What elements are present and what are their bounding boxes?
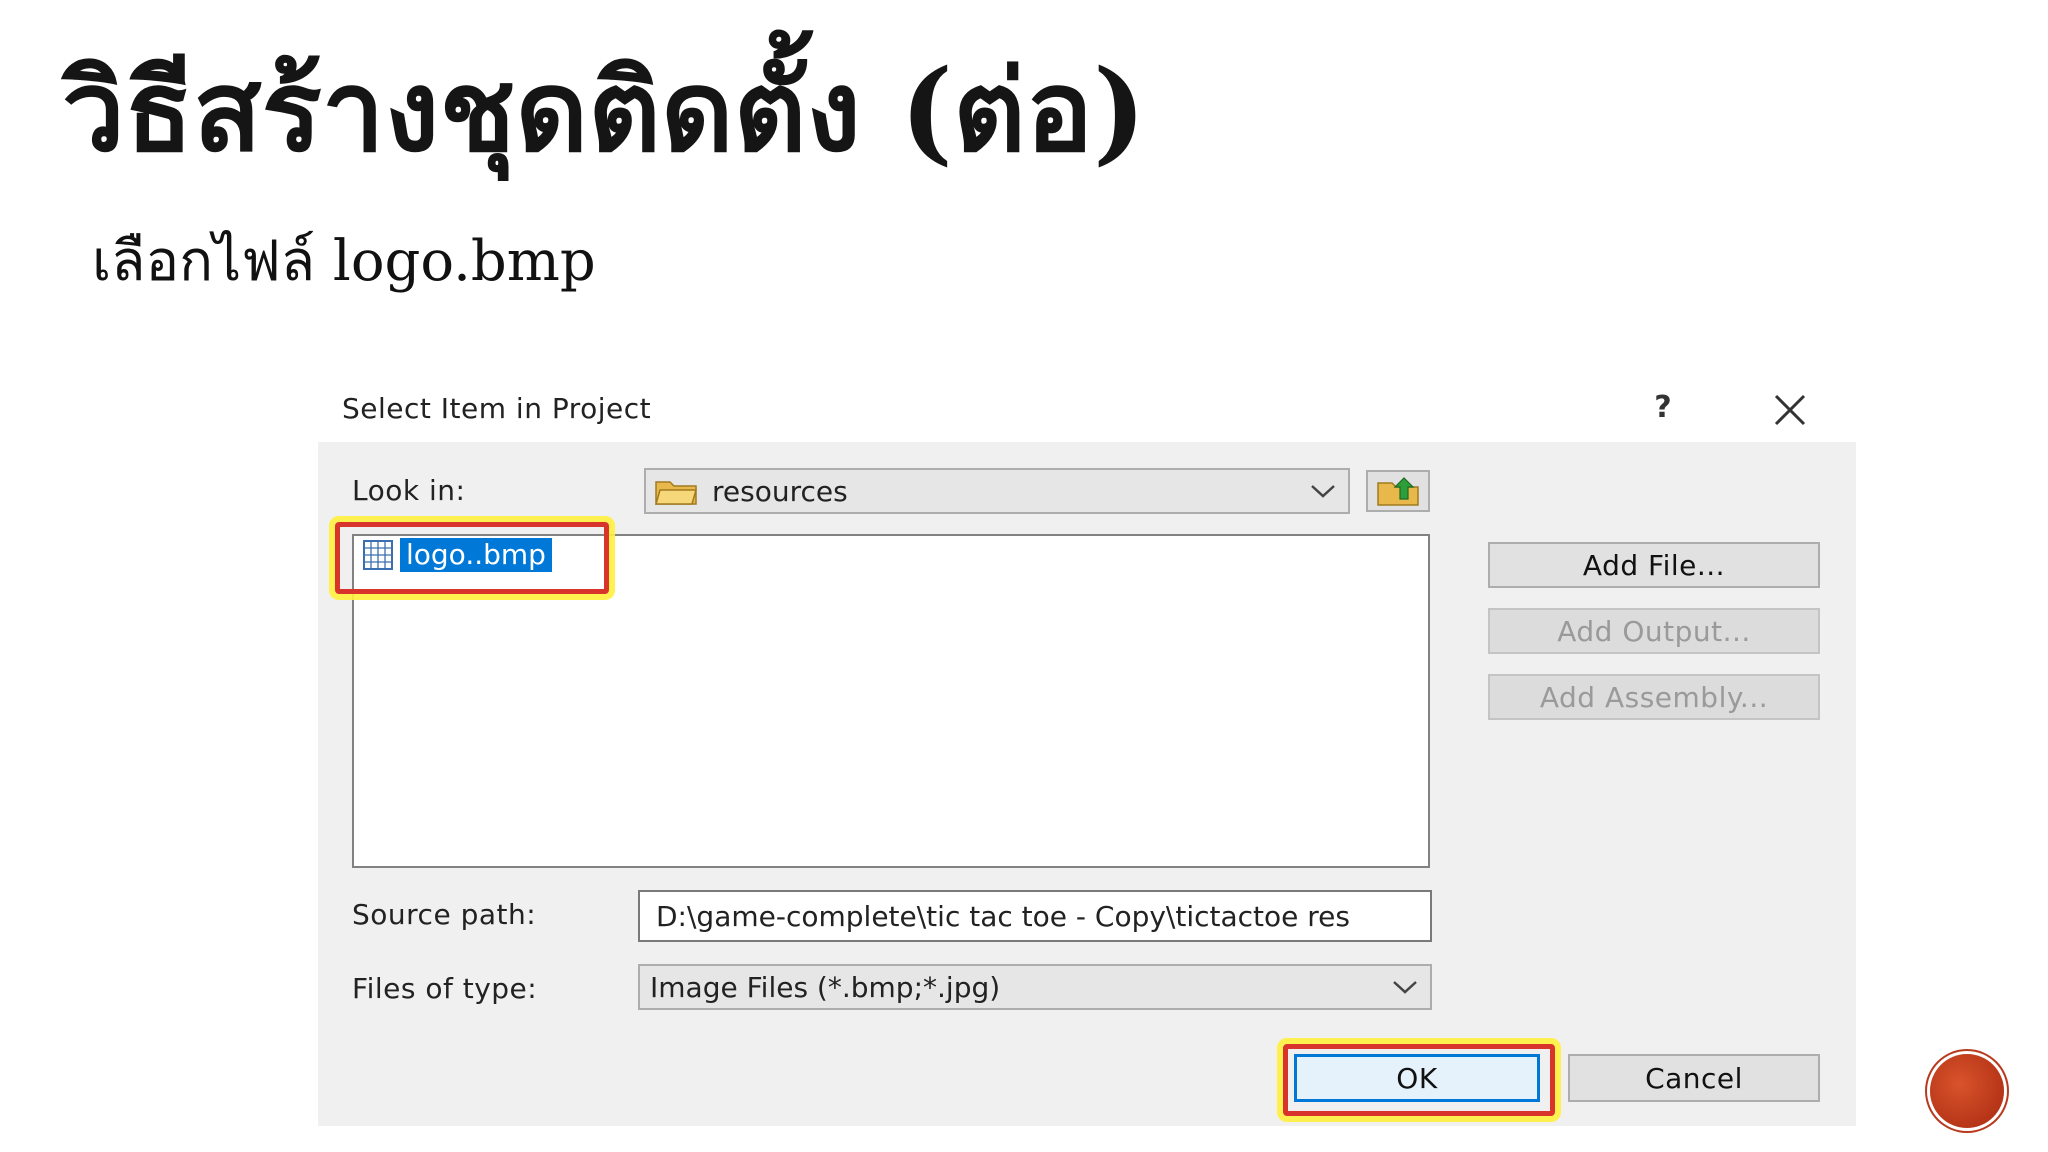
up-folder-button[interactable] (1366, 470, 1430, 512)
add-assembly-button[interactable]: Add Assembly... (1488, 674, 1820, 720)
up-folder-icon (1377, 477, 1419, 506)
folder-icon (655, 481, 697, 505)
slide-subtitle: เลือกไฟล์ logo.bmp (92, 229, 596, 294)
cancel-button[interactable]: Cancel (1568, 1054, 1820, 1102)
file-highlight-annotation (335, 522, 609, 594)
add-file-button[interactable]: Add File... (1488, 542, 1820, 588)
slide-badge (1930, 1054, 2004, 1128)
source-path-field[interactable]: D:\game-complete\tic tac toe - Copy\tict… (638, 890, 1432, 942)
source-path-label: Source path: (352, 898, 537, 931)
ok-highlight-annotation (1283, 1044, 1555, 1116)
dialog-title: Select Item in Project (342, 392, 652, 425)
look-in-label: Look in: (352, 474, 466, 507)
files-of-type-label: Files of type: (352, 972, 538, 1005)
help-button[interactable]: ? (1648, 390, 1678, 425)
add-output-button[interactable]: Add Output... (1488, 608, 1820, 654)
close-icon[interactable] (1772, 392, 1808, 428)
slide-title: วิธีสร้างชุดติดตั้ง (ต่อ) (62, 46, 1146, 177)
files-of-type-value: Image Files (*.bmp;*.jpg) (650, 970, 1001, 1004)
chevron-down-icon (1311, 485, 1335, 498)
look-in-value: resources (712, 474, 848, 508)
chevron-down-icon (1393, 981, 1417, 994)
look-in-dropdown[interactable]: resources (644, 468, 1350, 514)
files-of-type-dropdown[interactable]: Image Files (*.bmp;*.jpg) (638, 964, 1432, 1010)
